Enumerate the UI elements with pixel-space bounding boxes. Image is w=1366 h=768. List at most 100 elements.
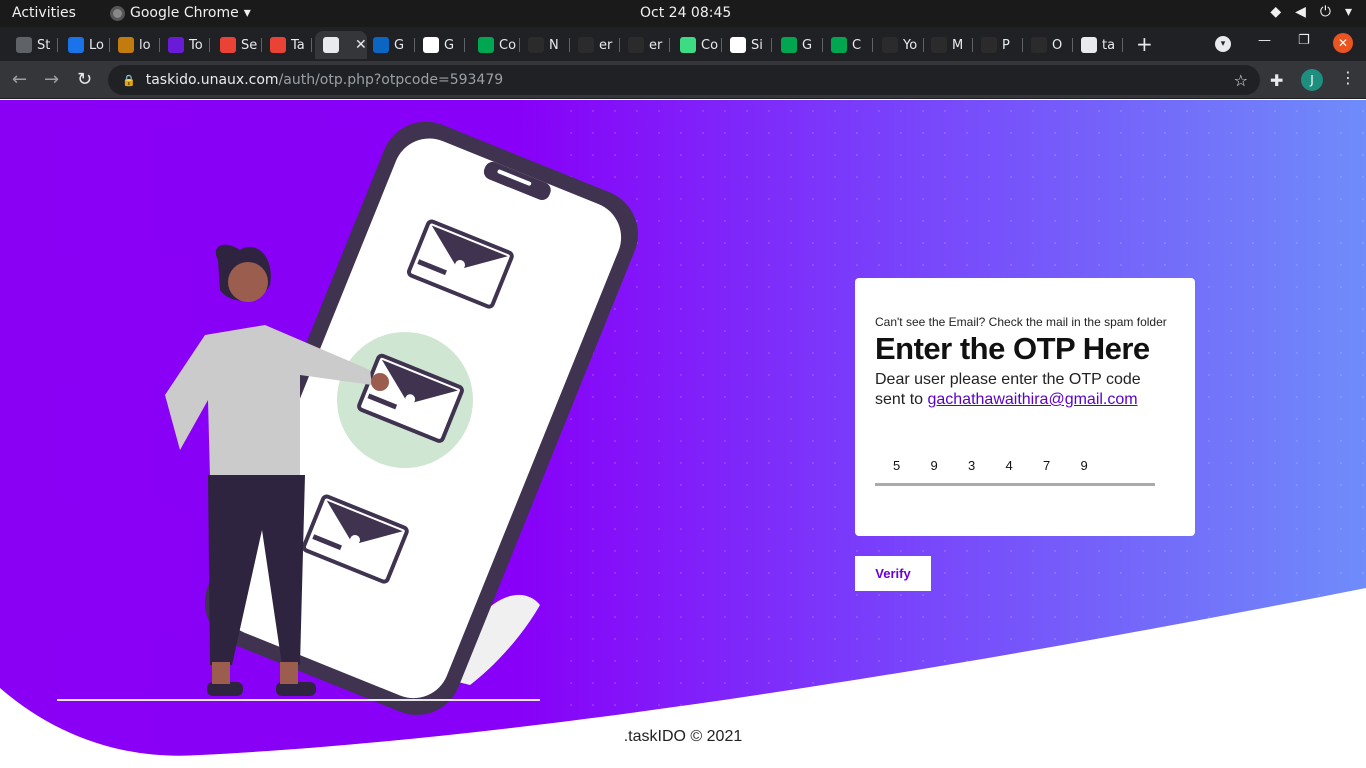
google-icon xyxy=(423,37,439,53)
tab-separator xyxy=(57,38,58,52)
otp-input[interactable]: 5 9 3 4 7 9 xyxy=(875,454,1155,486)
browser-tab[interactable]: C xyxy=(823,31,873,59)
activities-button[interactable]: Activities xyxy=(12,5,76,21)
otp-digit: 7 xyxy=(1043,458,1051,473)
browser-tab[interactable]: M xyxy=(923,31,973,59)
tab-label: Si xyxy=(751,37,763,53)
tab-separator xyxy=(872,38,873,52)
bolt-icon xyxy=(168,37,184,53)
caret-down-icon: ▾ xyxy=(1344,4,1352,20)
tab-label: Yo xyxy=(903,37,918,53)
browser-tab[interactable]: er xyxy=(620,31,670,59)
minimize-button[interactable]: — xyxy=(1258,33,1271,48)
system-top-bar: Activities Google Chrome ▾ Oct 24 08:45 … xyxy=(0,0,1366,27)
url-path: /auth/otp.php?otpcode=593479 xyxy=(278,72,504,88)
close-window-button[interactable]: ✕ xyxy=(1333,33,1353,53)
browser-toolbar: ← → ↻ 🔒 taskido.unaux.com /auth/otp.php?… xyxy=(0,61,1366,99)
tab-separator xyxy=(771,38,772,52)
tab-label: M xyxy=(952,37,964,53)
menu-kebab-icon[interactable]: ⋮ xyxy=(1340,68,1356,87)
otp-digit: 9 xyxy=(1080,458,1088,473)
page-icon xyxy=(323,37,339,53)
tab-label: ta xyxy=(1102,37,1116,53)
browser-tab[interactable]: G xyxy=(773,31,823,59)
browser-tab[interactable]: G xyxy=(365,31,415,59)
google-icon xyxy=(730,37,746,53)
browser-tab[interactable]: Yo xyxy=(874,31,924,59)
back-icon[interactable]: ← xyxy=(12,69,27,90)
browser-tab[interactable]: G xyxy=(415,31,465,59)
extensions-icon[interactable]: ✚ xyxy=(1270,71,1283,90)
browser-tab[interactable]: Co xyxy=(470,31,520,59)
verify-button[interactable]: Verify xyxy=(855,556,931,591)
tab-label: O xyxy=(1052,37,1063,53)
github-icon xyxy=(1031,37,1047,53)
bookmark-star-icon[interactable]: ☆ xyxy=(1234,71,1248,90)
tab-label: G xyxy=(802,37,813,53)
tab-label: G xyxy=(444,37,455,53)
browser-tab[interactable]: To xyxy=(160,31,210,59)
browser-tab[interactable]: lo xyxy=(110,31,160,59)
tab-separator xyxy=(464,38,465,52)
tab-label: Co xyxy=(701,37,719,53)
reload-icon[interactable]: ↻ xyxy=(77,69,92,90)
new-tab-button[interactable]: + xyxy=(1136,32,1153,56)
browser-tab[interactable]: Co xyxy=(672,31,722,59)
db-icon xyxy=(478,37,494,53)
u-logo-icon xyxy=(68,37,84,53)
db-icon xyxy=(781,37,797,53)
tab-label: P xyxy=(1002,37,1010,53)
otp-heading: Enter the OTP Here xyxy=(875,331,1150,366)
address-bar[interactable]: 🔒 taskido.unaux.com /auth/otp.php?otpcod… xyxy=(108,65,1260,95)
browser-tab[interactable]: P xyxy=(973,31,1023,59)
browser-tab[interactable]: ✕ xyxy=(315,31,367,59)
browser-tab[interactable]: Ta xyxy=(262,31,312,59)
tab-label: er xyxy=(599,37,613,53)
gmail-icon xyxy=(270,37,286,53)
linkedin-icon xyxy=(373,37,389,53)
browser-tab[interactable]: er xyxy=(570,31,620,59)
gmail-icon xyxy=(220,37,236,53)
power-icon: ⏻ xyxy=(1319,4,1331,20)
email-link[interactable]: gachathawaithira@gmail.com xyxy=(927,391,1137,408)
browser-tab[interactable]: ta xyxy=(1073,31,1123,59)
tab-separator xyxy=(311,38,312,52)
tab-separator xyxy=(209,38,210,52)
tab-separator xyxy=(669,38,670,52)
footer-copyright: .taskIDO © 2021 xyxy=(623,728,743,745)
github-icon xyxy=(931,37,947,53)
github-icon xyxy=(528,37,544,53)
tab-label: er xyxy=(649,37,663,53)
chrome-icon xyxy=(110,5,125,21)
system-tray[interactable]: ◆ ◀ ⏻ ▾ xyxy=(1270,4,1352,20)
otp-digit: 9 xyxy=(930,458,938,473)
browser-tab[interactable]: N xyxy=(520,31,570,59)
app-menu[interactable]: Google Chrome ▾ xyxy=(110,5,251,21)
github-icon xyxy=(628,37,644,53)
browser-tab[interactable]: Lo xyxy=(60,31,110,59)
tab-label: Lo xyxy=(89,37,104,53)
volume-icon: ◀ xyxy=(1295,4,1306,20)
tab-label: Co xyxy=(499,37,517,53)
android-icon xyxy=(680,37,696,53)
chrome-icon xyxy=(16,37,32,53)
browser-tab[interactable]: St xyxy=(8,31,58,59)
tab-label: lo xyxy=(139,37,151,53)
clock[interactable]: Oct 24 08:45 xyxy=(640,5,731,21)
wifi-icon: ◆ xyxy=(1270,4,1282,20)
browser-tab[interactable]: Se xyxy=(212,31,262,59)
otp-digit: 4 xyxy=(1005,458,1013,473)
restore-button[interactable]: ❐ xyxy=(1298,33,1310,48)
pyramid-icon xyxy=(118,37,134,53)
github-icon xyxy=(981,37,997,53)
github-icon xyxy=(578,37,594,53)
browser-tab[interactable]: Si xyxy=(722,31,772,59)
app-menu-label: Google Chrome xyxy=(130,5,239,21)
otp-description: Dear user please enter the OTP code sent… xyxy=(875,370,1175,410)
lock-icon[interactable]: 🔒 xyxy=(122,74,136,87)
browser-tab[interactable]: O xyxy=(1023,31,1073,59)
tab-search-icon[interactable]: ▾ xyxy=(1215,36,1231,52)
forward-icon[interactable]: → xyxy=(44,69,59,90)
tab-strip: St Lo lo To Se Ta ✕ G G Co Ner er Co Si G C Yo M P Ota xyxy=(0,27,1366,61)
profile-avatar[interactable]: J xyxy=(1301,69,1323,91)
